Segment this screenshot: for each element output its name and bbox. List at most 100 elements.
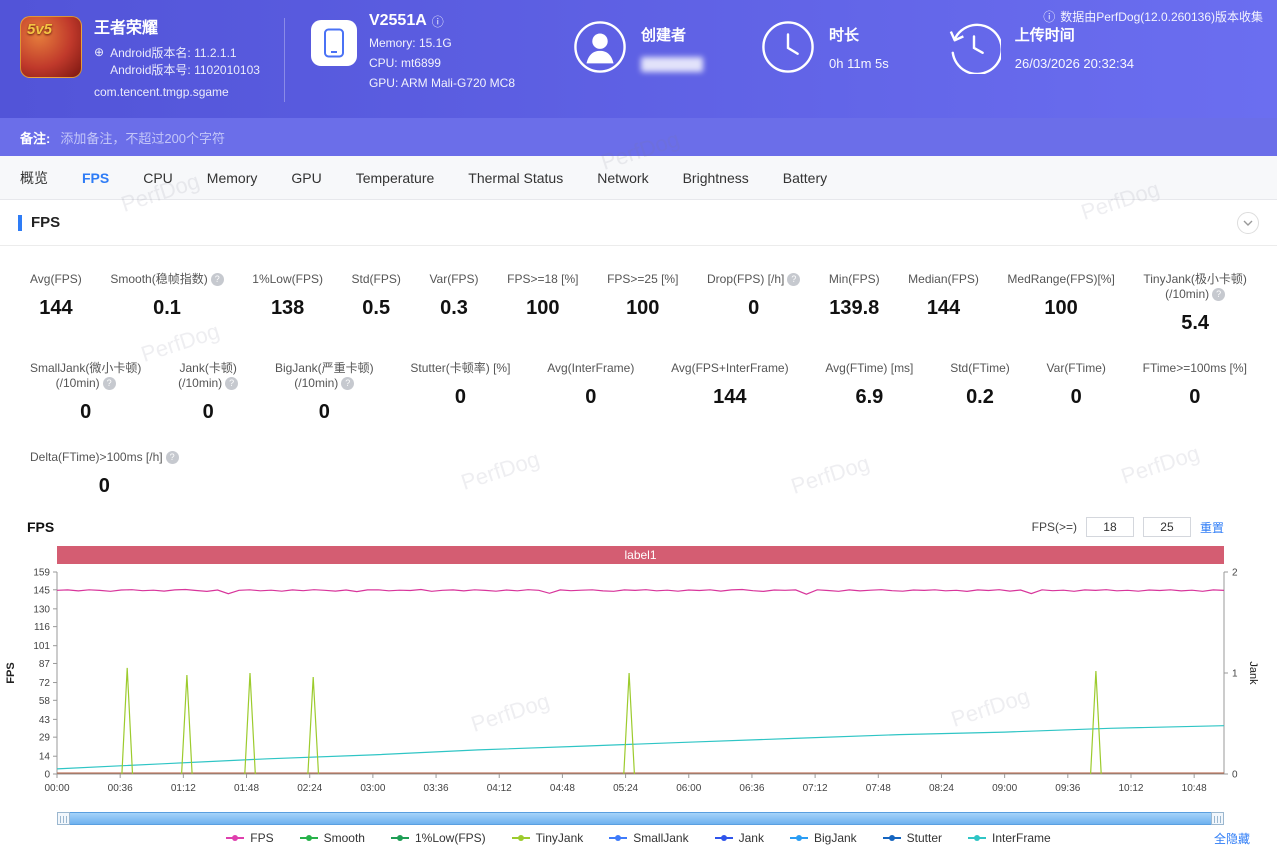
stat-label: FTime>=100ms [%] [1142, 361, 1247, 375]
stat-item: Median(FPS) 144 [908, 272, 979, 335]
device-info-icon[interactable]: ⓘ [432, 13, 444, 30]
stat-item: Jank(卡顿) (/10min)? 0 [178, 361, 239, 424]
stat-item: Avg(FPS) 144 [30, 272, 82, 335]
svg-text:08:24: 08:24 [929, 783, 954, 794]
svg-text:87: 87 [39, 659, 51, 670]
fps-stats: Avg(FPS) 144 Smooth(稳帧指数)? 0.1 1%Low(FPS) 138… [0, 246, 1277, 498]
info-icon[interactable]: ? [102, 377, 116, 390]
svg-text:101: 101 [33, 641, 50, 652]
svg-text:09:00: 09:00 [992, 783, 1017, 794]
stat-value: 144 [39, 297, 73, 319]
svg-text:43: 43 [39, 715, 51, 726]
svg-text:0: 0 [1232, 770, 1238, 781]
tab-Battery[interactable]: Battery [783, 170, 827, 186]
info-icon[interactable]: ? [165, 451, 179, 464]
stat-value: 0 [80, 401, 92, 423]
y-axis-right-title: Jank [1247, 661, 1259, 685]
stat-value: 0.5 [362, 297, 391, 319]
legend-Smooth[interactable]: Smooth [299, 831, 365, 845]
stat-label: FPS>=18 [%] [507, 272, 579, 286]
stat-item: SmallJank(微小卡顿) (/10min)? 0 [30, 361, 141, 424]
info-icon[interactable]: ? [225, 377, 239, 390]
stat-value: 0 [1189, 386, 1201, 408]
svg-text:00:36: 00:36 [108, 783, 133, 794]
svg-text:116: 116 [34, 622, 50, 633]
fps-threshold-filter: FPS(>=) 重置 [1032, 517, 1224, 537]
note-bar[interactable]: 备注: 添加备注，不超过200个字符 [0, 118, 1277, 156]
stat-label: Std(FPS) [351, 272, 401, 286]
svg-text:01:48: 01:48 [234, 783, 259, 794]
legend-Jank[interactable]: Jank [714, 831, 764, 845]
scrollbar-left-handle[interactable] [57, 812, 70, 825]
stat-item: Var(FPS) 0.3 [429, 272, 478, 335]
legend-row: FPS Smooth 1%Low(FPS) TinyJank SmallJank Jank… [0, 830, 1277, 847]
svg-text:0: 0 [44, 770, 50, 781]
tab-GPU[interactable]: GPU [291, 170, 321, 186]
legend-InterFrame[interactable]: InterFrame [968, 831, 1051, 845]
hide-all-link[interactable]: 全隐藏 [1214, 830, 1250, 847]
chart-legend: FPS Smooth 1%Low(FPS) TinyJank SmallJank Jank… [226, 831, 1051, 845]
tab-Temperature[interactable]: Temperature [356, 170, 435, 186]
series-InterFrame [56, 725, 1225, 770]
device-memory: Memory: 15.1G [368, 36, 452, 50]
stat-label: SmallJank(微小卡顿) (/10min)? [30, 361, 142, 390]
svg-text:130: 130 [33, 604, 50, 615]
info-icon[interactable]: ? [787, 273, 801, 286]
tab-FPS[interactable]: FPS [82, 170, 109, 186]
note-input[interactable]: 添加备注，不超过200个字符 [60, 128, 225, 147]
section-accent-bar [18, 214, 22, 231]
tab-CPU[interactable]: CPU [143, 170, 173, 186]
scrollbar-right-handle[interactable] [1211, 812, 1224, 825]
stat-label: Avg(FPS+InterFrame) [671, 361, 789, 375]
tab-Brightness[interactable]: Brightness [683, 170, 749, 186]
svg-text:159: 159 [33, 568, 50, 579]
legend-FPS[interactable]: FPS [226, 831, 274, 845]
svg-text:03:36: 03:36 [424, 783, 449, 794]
stat-value: 0 [748, 297, 760, 319]
stats-row-2: SmallJank(微小卡顿) (/10min)? 0 Jank(卡顿) (/10min… [30, 361, 1247, 424]
chart-scrollbar[interactable] [57, 812, 1224, 825]
fps-chart-svg[interactable]: 0 14 29 43 58 72 87 101 116 130 145 159 0 1 2 00:00 00:3… [0, 564, 1277, 812]
tab-Thermal Status[interactable]: Thermal Status [468, 170, 563, 186]
info-icon[interactable]: ? [1212, 288, 1226, 301]
stat-value: 0 [585, 386, 597, 408]
stat-label: Avg(InterFrame) [547, 361, 635, 375]
legend-TinyJank[interactable]: TinyJank [511, 831, 583, 845]
series-FPS [56, 588, 1225, 595]
chart-annotation-band: label1 [57, 546, 1224, 564]
collapse-button[interactable] [1237, 211, 1259, 234]
stat-item: Stutter(卡顿率) [%] 0 [410, 361, 510, 424]
fps-high-input[interactable] [1142, 517, 1191, 537]
tab-概览[interactable]: 概览 [20, 168, 48, 188]
stat-value: 144 [713, 386, 747, 408]
device-model: V2551A [368, 12, 427, 29]
stat-value: 0 [318, 401, 330, 423]
legend-SmallJank[interactable]: SmallJank [609, 831, 689, 845]
svg-text:04:48: 04:48 [550, 783, 575, 794]
stat-label: MedRange(FPS)[%] [1007, 272, 1115, 286]
legend-Stutter[interactable]: Stutter [882, 831, 942, 845]
fps-low-input[interactable] [1085, 517, 1134, 537]
stat-item: Avg(InterFrame) 0 [547, 361, 634, 424]
device-gpu: GPU: ARM Mali-G720 MC8 [368, 76, 515, 90]
fps-section-header: FPS [0, 200, 1277, 246]
stat-label: TinyJank(极小卡顿) (/10min)? [1143, 272, 1247, 301]
stat-item: FPS>=25 [%] 100 [607, 272, 678, 335]
stat-label: Jank(卡顿) (/10min)? [178, 361, 239, 390]
legend-1%Low(FPS)[interactable]: 1%Low(FPS) [390, 831, 486, 845]
stat-label: Drop(FPS) [/h]? [707, 272, 801, 287]
tab-Network[interactable]: Network [597, 170, 648, 186]
info-icon[interactable]: ? [210, 273, 224, 286]
stat-value: 5.4 [1181, 312, 1210, 334]
stat-label: Avg(FPS) [30, 272, 82, 286]
svg-text:145: 145 [33, 585, 50, 596]
tab-bar: 概览 FPS CPU Memory GPU Temperature Thermal Stat… [0, 156, 1277, 200]
tab-Memory[interactable]: Memory [207, 170, 258, 186]
info-icon[interactable]: ? [341, 377, 355, 390]
reset-link[interactable]: 重置 [1200, 519, 1224, 536]
stat-value: 0.1 [153, 297, 181, 319]
legend-BigJank[interactable]: BigJank [789, 831, 857, 845]
series-TinyJank [181, 674, 193, 775]
fps-filter-label: FPS(>=) [1031, 520, 1077, 534]
android-version-code: Android版本号: 1102010103 [110, 63, 260, 77]
